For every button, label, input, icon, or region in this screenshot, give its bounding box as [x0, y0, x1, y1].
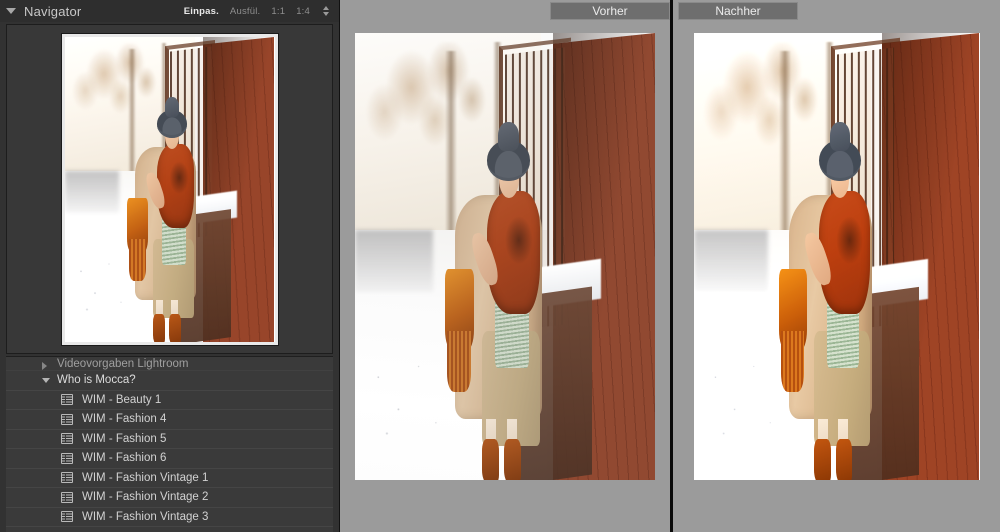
preset-icon [61, 452, 73, 464]
navigator-thumbnail[interactable] [61, 33, 278, 345]
preset-group-who-is-mocca[interactable]: Who is Mocca? [6, 371, 333, 391]
triangle-right-icon[interactable] [42, 362, 47, 370]
navigator-title: Navigator [24, 3, 82, 19]
preset-label: WIM - Fashion 5 [82, 432, 167, 445]
preset-label: WIM - Fashion Vintage 1 [82, 471, 209, 484]
preset-icon [61, 472, 73, 484]
navigator-zoom-controls: Einpas. Ausfül. 1:1 1:4 [184, 6, 329, 17]
preset-label: WIM - Fashion 4 [82, 413, 167, 426]
preset-group-videovorgaben[interactable]: Videovorgaben Lightroom [6, 357, 333, 371]
list-item[interactable]: WIM - Fashion Vintage 2 [6, 488, 333, 508]
navigator-header: Navigator Einpas. Ausfül. 1:1 1:4 [0, 0, 339, 22]
preset-label: WIM - Beauty 1 [82, 393, 162, 406]
before-photo[interactable] [355, 33, 655, 480]
preset-group-label: Videovorgaben Lightroom [57, 358, 189, 370]
preset-icon [61, 511, 73, 523]
list-item[interactable]: WIM - Fashion Vintage 3 [6, 508, 333, 527]
after-label[interactable]: Nachher [678, 2, 798, 20]
triangle-down-icon[interactable] [42, 377, 50, 383]
triangle-down-icon[interactable] [6, 8, 16, 14]
navigator-preview-box[interactable] [6, 24, 333, 354]
preset-icon [61, 394, 73, 406]
zoom-level-1-4[interactable]: 1:4 [296, 6, 310, 17]
before-pane[interactable] [340, 22, 670, 532]
list-item[interactable]: WIM - Fashion 5 [6, 430, 333, 449]
list-item[interactable]: WIM - Fashion Vintage 1 [6, 469, 333, 488]
preset-label: WIM - Fashion Vintage 2 [82, 491, 209, 504]
lightroom-develop-window: Navigator Einpas. Ausfül. 1:1 1:4 Videov… [0, 0, 1000, 532]
compare-view: Vorher Nachher [340, 0, 1000, 532]
after-pane[interactable] [673, 22, 1000, 532]
preset-icon [61, 413, 73, 425]
before-label[interactable]: Vorher [550, 2, 670, 20]
list-item[interactable]: WIM - Beauty 1 [6, 391, 333, 410]
zoom-level-ausfuellen[interactable]: Ausfül. [230, 6, 260, 17]
zoom-level-einpassen[interactable]: Einpas. [184, 6, 219, 17]
preset-label: WIM - Fashion Vintage 3 [82, 510, 209, 523]
preset-group-label: Who is Mocca? [57, 374, 136, 387]
list-item[interactable]: WIM - Fashion 6 [6, 449, 333, 469]
preset-icon [61, 433, 73, 445]
stepper-up-down-icon[interactable] [323, 6, 329, 16]
zoom-level-1-1[interactable]: 1:1 [271, 6, 285, 17]
preset-label: WIM - Fashion 6 [82, 452, 167, 465]
left-panel: Navigator Einpas. Ausfül. 1:1 1:4 Videov… [0, 0, 340, 532]
list-item[interactable]: WIM - Fashion 4 [6, 410, 333, 430]
preset-icon [61, 491, 73, 503]
preset-list[interactable]: Videovorgaben Lightroom Who is Mocca? WI… [6, 356, 333, 532]
after-photo[interactable] [693, 33, 980, 480]
